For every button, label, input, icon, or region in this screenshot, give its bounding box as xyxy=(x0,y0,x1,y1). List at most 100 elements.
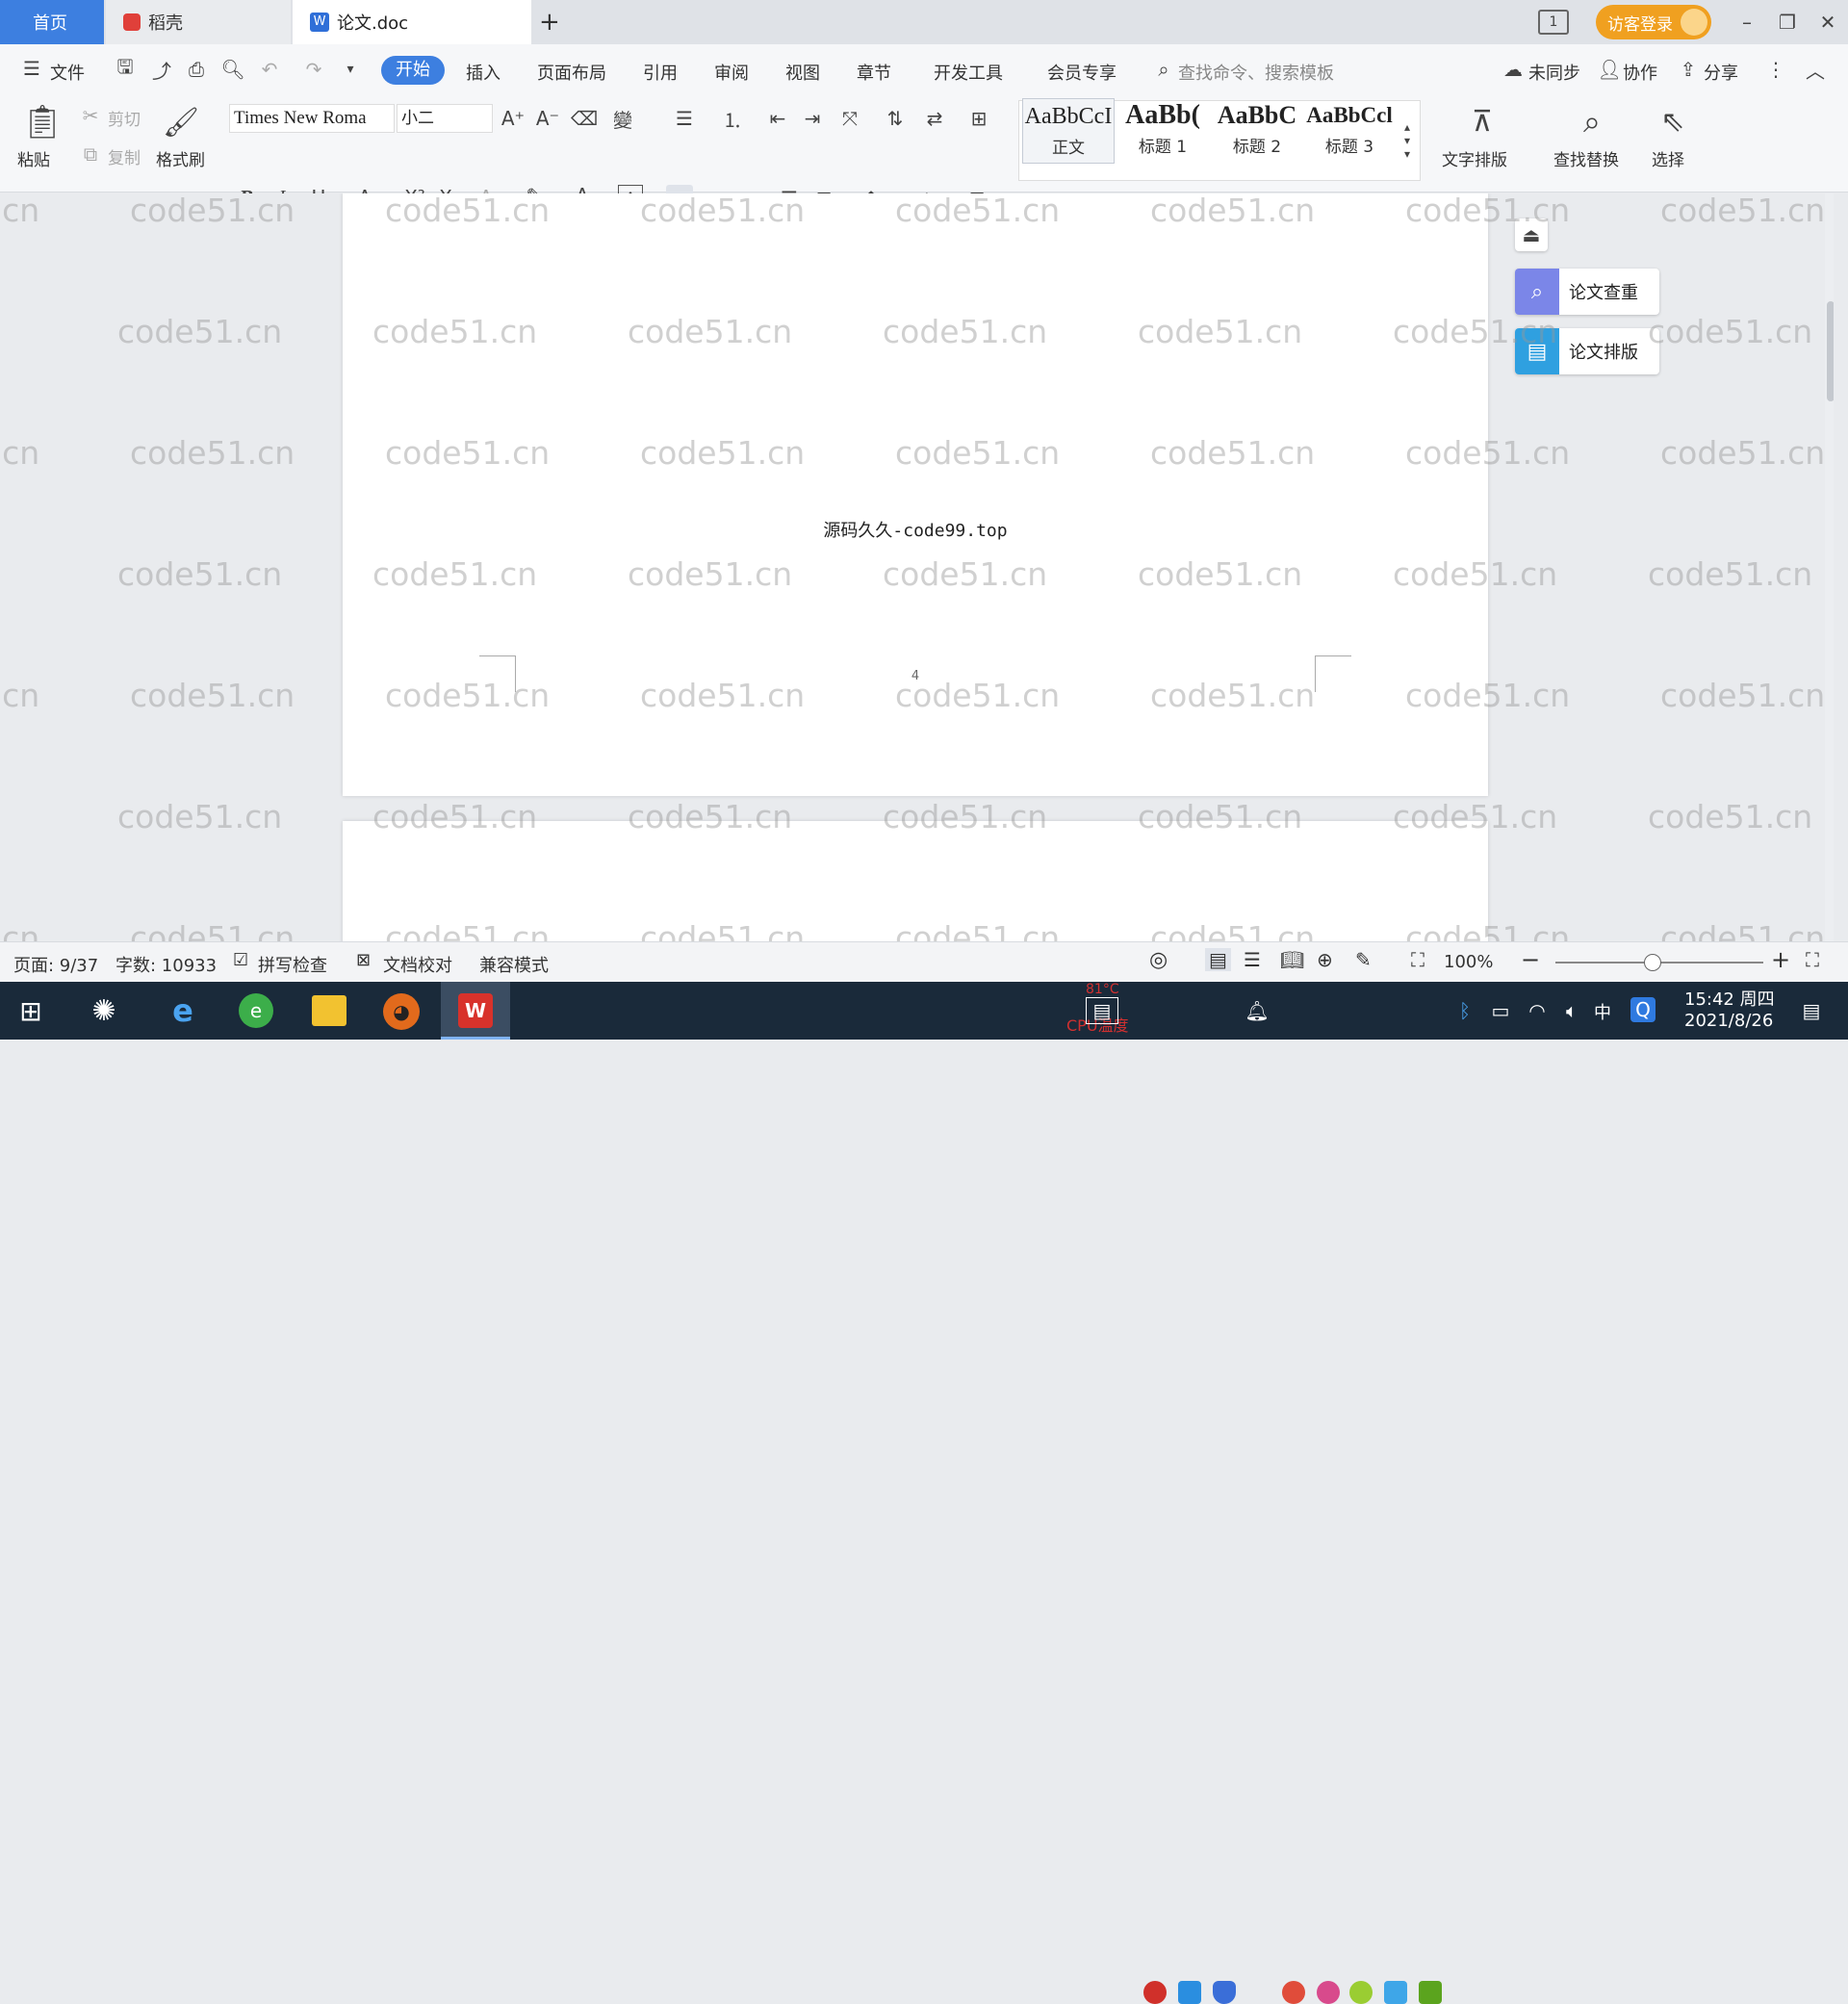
action-center-icon[interactable]: ▤ xyxy=(1798,997,1825,1024)
clock-date[interactable]: 2021/8/26 xyxy=(1684,1011,1773,1031)
command-search-input[interactable]: 查找命令、搜索模板 xyxy=(1178,60,1334,85)
format-painter-icon[interactable]: 🖌︎ xyxy=(162,100,200,144)
tray-app-icon-3[interactable] xyxy=(1282,1981,1305,2004)
outline-view-icon[interactable]: ☰ xyxy=(1244,948,1261,971)
save-icon[interactable]: 🖫 xyxy=(114,55,137,81)
bullet-list-icon[interactable]: ☰ xyxy=(668,106,701,131)
style-normal[interactable]: AaBbCcI 正文 xyxy=(1022,98,1115,164)
select-cursor-icon[interactable]: ⇖ xyxy=(1654,100,1692,142)
panel-collapse-icon[interactable]: ⏏ xyxy=(1515,218,1548,251)
qq-input-icon[interactable]: Q xyxy=(1630,997,1656,1022)
sync-status[interactable]: 未同步 xyxy=(1528,60,1580,85)
undo-icon[interactable]: ↶ xyxy=(258,58,281,81)
font-size-select[interactable]: 小二 xyxy=(397,104,493,133)
style-heading-3[interactable]: AaBbCcl 标题 3 xyxy=(1303,98,1396,164)
page-view-icon[interactable]: ▤ xyxy=(1205,948,1231,971)
scrollbar-thumb[interactable] xyxy=(1827,301,1834,401)
copy-button[interactable]: 复制 xyxy=(108,144,141,168)
close-icon[interactable]: ✕ xyxy=(1813,8,1842,37)
spellcheck-button[interactable]: 拼写检查 xyxy=(258,952,327,977)
guest-login-button[interactable]: 访客登录 xyxy=(1596,5,1711,39)
style-heading-1[interactable]: AaBb( 标题 1 xyxy=(1116,98,1209,164)
game-app-icon[interactable]: ◕ xyxy=(383,993,420,1030)
chinese-layout-icon[interactable]: ⤧ xyxy=(834,106,866,131)
paste-icon[interactable]: 📋︎ xyxy=(19,100,65,144)
restore-icon[interactable]: ❐ xyxy=(1773,8,1802,37)
paper-check-button[interactable]: ⌕ 论文查重 xyxy=(1515,269,1659,315)
collapse-ribbon-icon[interactable]: ︿ xyxy=(1804,58,1827,83)
tab-home[interactable]: 首页 xyxy=(0,0,104,44)
text-direction-icon[interactable]: ⇄ xyxy=(918,106,951,131)
hamburger-icon[interactable]: ☰ xyxy=(21,57,42,80)
ime-indicator[interactable]: 中 xyxy=(1594,999,1611,1024)
menu-view[interactable]: 视图 xyxy=(785,60,820,85)
next-document-page[interactable] xyxy=(343,821,1488,941)
volume-icon[interactable]: 🔈︎ xyxy=(1559,999,1584,1022)
zoom-out-icon[interactable]: − xyxy=(1521,946,1540,973)
cut-button[interactable]: 剪切 xyxy=(108,106,141,130)
increase-indent-icon[interactable]: ⇥ xyxy=(799,106,826,131)
find-replace-button[interactable]: 查找替换 xyxy=(1553,146,1619,170)
battery-icon[interactable]: ▭ xyxy=(1488,999,1513,1022)
tray-app-icon-4[interactable] xyxy=(1317,1981,1340,2004)
menu-references[interactable]: 引用 xyxy=(643,60,678,85)
style-heading-2[interactable]: AaBbC 标题 2 xyxy=(1211,98,1303,164)
tray-app-icon-6[interactable] xyxy=(1384,1981,1407,2004)
show-marks-icon[interactable]: ⊞ xyxy=(964,106,993,131)
redo-icon[interactable]: ↷ xyxy=(302,58,325,81)
minimize-icon[interactable]: – xyxy=(1732,8,1761,37)
web-view-icon[interactable]: ⊕ xyxy=(1317,948,1333,971)
tray-shield-icon[interactable] xyxy=(1213,1981,1236,2004)
menu-insert[interactable]: 插入 xyxy=(466,60,500,85)
share-button[interactable]: 分享 xyxy=(1704,60,1738,85)
pinwheel-app-icon[interactable]: ✺ xyxy=(87,993,121,1028)
paste-button[interactable]: 粘贴 xyxy=(17,146,50,170)
select-button[interactable]: 选择 xyxy=(1652,146,1684,170)
clock-time[interactable]: 15:42 周四 xyxy=(1684,986,1775,1011)
clear-format-icon[interactable]: ⌫ xyxy=(571,106,598,131)
quick-access-dropdown-icon[interactable]: ▾ xyxy=(341,58,360,81)
format-painter-button[interactable]: 格式刷 xyxy=(156,146,205,170)
text-layout-icon[interactable]: ⊼ xyxy=(1461,100,1503,142)
news-tray-icon[interactable]: ▤ xyxy=(1086,997,1118,1024)
collaborate-button[interactable]: 协作 xyxy=(1623,60,1657,85)
paper-format-button[interactable]: ▤ 论文排版 xyxy=(1515,328,1659,374)
new-tab-button[interactable]: + xyxy=(535,0,574,44)
menu-start[interactable]: 开始 xyxy=(381,56,445,85)
sort-icon[interactable]: ⇅ xyxy=(882,106,909,131)
bluetooth-icon[interactable]: ᛒ xyxy=(1455,999,1475,1022)
windows-start-icon[interactable]: ⊞ xyxy=(15,995,46,1027)
read-view-icon[interactable]: 📖︎ xyxy=(1280,948,1304,971)
file-explorer-icon[interactable] xyxy=(312,995,346,1026)
menu-review[interactable]: 审阅 xyxy=(714,60,749,85)
cut-icon[interactable]: ✂ xyxy=(79,104,102,127)
styles-scroll-icon[interactable]: ▴ ▾ ▾ xyxy=(1398,104,1417,177)
zoom-slider-thumb[interactable] xyxy=(1644,954,1661,971)
print-icon[interactable]: ⎙ xyxy=(185,58,208,81)
tray-app-icon-1[interactable] xyxy=(1143,1981,1167,2004)
wps-taskbar-button[interactable]: W xyxy=(441,982,510,1040)
menu-chapter[interactable]: 章节 xyxy=(857,60,891,85)
page-indicator[interactable]: 页面: 9/37 xyxy=(13,952,98,977)
proofread-button[interactable]: 文档校对 xyxy=(383,952,452,977)
decrease-indent-icon[interactable]: ⇤ xyxy=(764,106,791,131)
document-page[interactable]: 源码久久-code99.top 4 xyxy=(343,193,1488,796)
menu-file[interactable]: 文件 xyxy=(50,60,85,85)
find-replace-icon[interactable]: ⌕ xyxy=(1571,100,1613,142)
tray-app-icon-2[interactable] xyxy=(1178,1981,1201,2004)
ie-browser-icon[interactable]: e xyxy=(166,992,200,1029)
zoom-in-icon[interactable]: + xyxy=(1771,946,1790,973)
layout-switch-icon[interactable]: 1 xyxy=(1538,10,1569,35)
menu-page-layout[interactable]: 页面布局 xyxy=(537,60,606,85)
phonetic-guide-icon[interactable]: 變 xyxy=(606,106,639,132)
numbered-list-icon[interactable]: ⒈ xyxy=(716,106,749,132)
grow-font-icon[interactable]: A⁺ xyxy=(500,106,526,131)
export-icon[interactable]: ⤴ xyxy=(150,58,173,83)
tab-document[interactable]: W 论文.doc xyxy=(293,0,531,44)
eye-protect-icon[interactable]: ◎ xyxy=(1149,948,1168,972)
notification-bell-icon[interactable]: 🔔︎ xyxy=(1245,999,1269,1022)
more-icon[interactable]: ⋮ xyxy=(1766,58,1785,81)
font-family-select[interactable]: Times New Roma xyxy=(229,104,395,133)
nvidia-icon[interactable] xyxy=(1419,1981,1442,2004)
zoom-level[interactable]: 100% xyxy=(1444,952,1493,972)
